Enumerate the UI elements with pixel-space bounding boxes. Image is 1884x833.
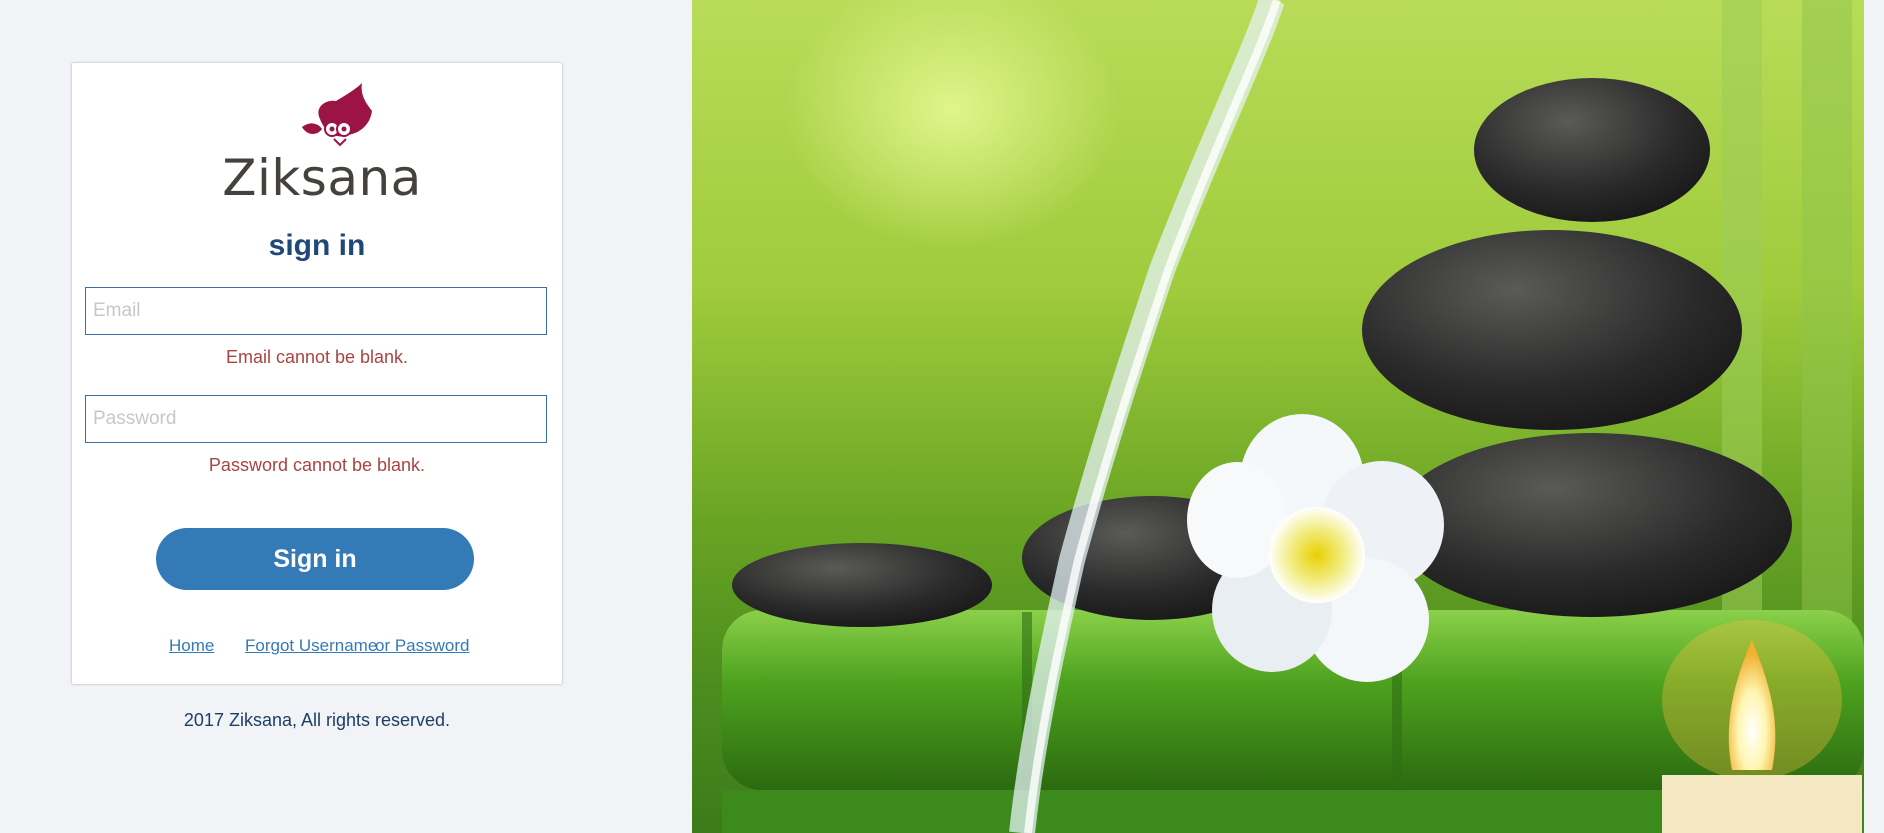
forgot-username-link[interactable]: Forgot Username xyxy=(245,636,377,656)
flower-icon xyxy=(1187,414,1444,682)
email-error-message: Email cannot be blank. xyxy=(225,347,409,367)
email-field[interactable] xyxy=(85,287,547,335)
ziksana-logo: Ziksana xyxy=(222,81,422,211)
logo-wordmark: Ziksana xyxy=(222,149,422,207)
page-title: sign in xyxy=(268,229,366,262)
spa-stones-illustration xyxy=(722,0,1864,833)
hero-image xyxy=(692,0,1864,833)
copyright-text: 2017 Ziksana, All rights reserved. xyxy=(183,710,451,730)
login-card: Ziksana sign in Email cannot be blank. P… xyxy=(71,62,563,685)
home-link[interactable]: Home xyxy=(169,636,214,656)
password-error-message: Password cannot be blank. xyxy=(208,455,426,475)
forgot-password-link[interactable]: or Password xyxy=(375,636,469,656)
password-field[interactable] xyxy=(85,395,547,443)
sign-in-button[interactable]: Sign in xyxy=(156,528,474,590)
